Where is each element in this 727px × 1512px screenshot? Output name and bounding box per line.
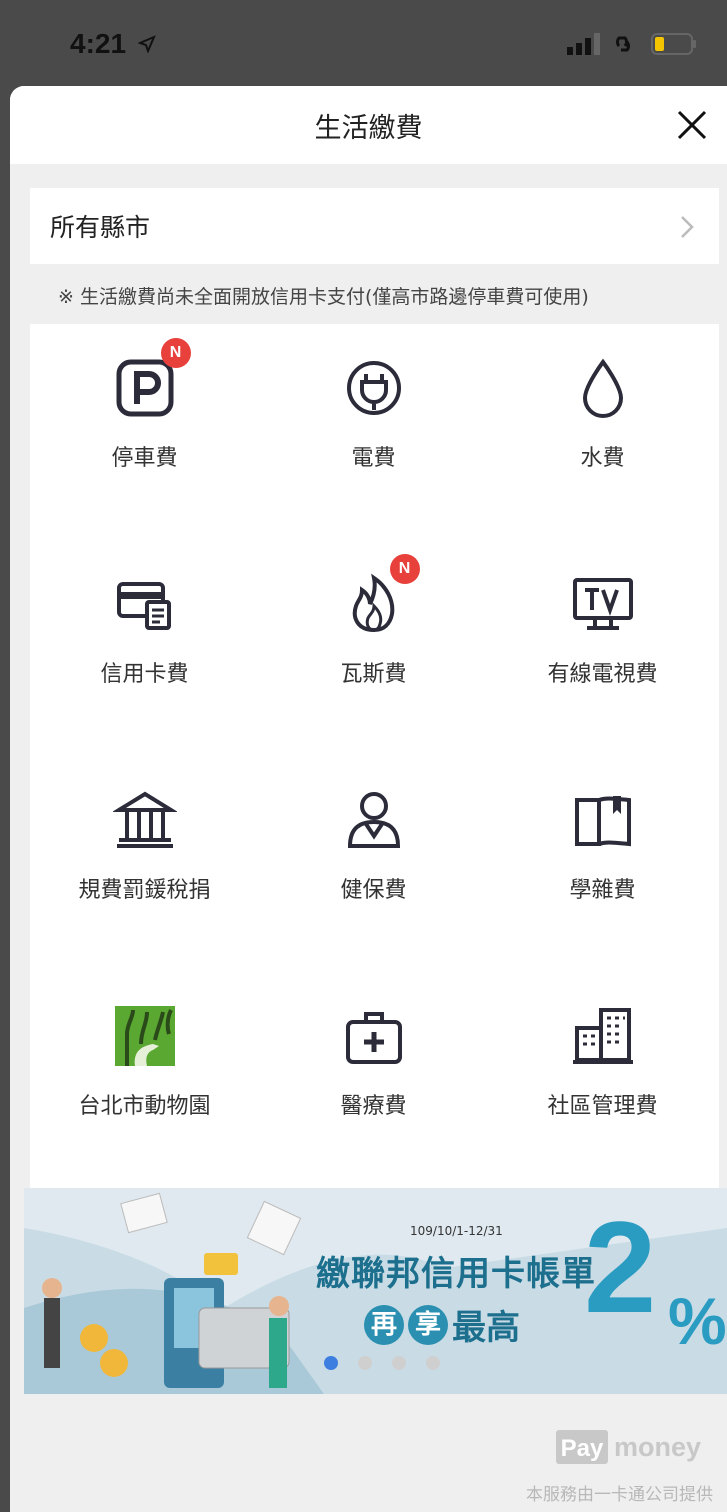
service-item[interactable]: 電費 [259, 324, 488, 540]
service-item[interactable]: 健保費 [259, 756, 488, 972]
location-arrow-icon [137, 35, 156, 54]
close-icon[interactable] [673, 106, 711, 144]
zoo-logo-icon [113, 1004, 177, 1068]
logo-pay-text: Pay [561, 1435, 604, 1462]
battery-icon [651, 33, 696, 55]
banner-circle-char: 享 [408, 1304, 448, 1345]
service-label: 信用卡費 [100, 662, 189, 687]
page-title: 生活繳費 [314, 113, 423, 144]
new-badge: N [160, 338, 191, 368]
city-selector[interactable]: 所有縣市 [30, 188, 719, 264]
service-item[interactable]: 有線電視費 [488, 540, 717, 756]
service-label: 瓦斯費 [340, 662, 407, 687]
footer-note: 本服務由一卡通公司提供 [526, 1485, 713, 1505]
status-time: 4:21 [70, 28, 156, 60]
status-time-text: 4:21 [70, 28, 127, 59]
banner-circle-char: 再 [364, 1304, 404, 1345]
banner-date: 109/10/1-12/31 [410, 1224, 503, 1238]
header: 生活繳費 [10, 86, 727, 164]
person-icon [342, 788, 406, 852]
service-item[interactable]: N 停車費 [30, 324, 259, 540]
service-item[interactable]: 水費 [488, 324, 717, 540]
service-label: 水費 [580, 446, 625, 471]
service-grid: N 停車費 電費 水費信用卡費 N 瓦斯費 有線電視費規費罰鍰稅捐 健保費 學雜費台北市動物園 醫… [30, 324, 719, 1199]
banner-big-number: 2 [584, 1194, 657, 1340]
service-item[interactable]: 規費罰鍰稅捐 [30, 756, 259, 972]
building-icon [571, 1004, 635, 1068]
tv-icon [571, 572, 635, 636]
medical-kit-icon [342, 1004, 406, 1068]
service-item[interactable]: N 瓦斯費 [259, 540, 488, 756]
status-bar: 4:21 [0, 0, 727, 92]
carousel-dot[interactable] [358, 1356, 372, 1370]
carousel-dot[interactable] [426, 1356, 440, 1370]
logo-money-text: money [614, 1432, 701, 1462]
credit-card-bill-icon [113, 572, 177, 636]
service-label: 停車費 [111, 446, 178, 471]
service-label: 規費罰鍰稅捐 [78, 878, 211, 903]
new-badge: N [389, 554, 420, 584]
carousel-dots [324, 1356, 440, 1370]
government-building-icon [111, 788, 178, 852]
service-label: 健保費 [340, 878, 407, 903]
service-item[interactable]: 醫療費 [259, 972, 488, 1188]
service-label: 台北市動物園 [78, 1094, 211, 1119]
status-indicators [565, 32, 697, 56]
carousel-dot[interactable] [324, 1356, 338, 1370]
service-grid-card: N 停車費 電費 水費信用卡費 N 瓦斯費 有線電視費規費罰鍰稅捐 健保費 學雜費台北市動物園 醫… [30, 324, 719, 1199]
chevron-right-icon [681, 216, 694, 238]
service-label: 社區管理費 [547, 1094, 658, 1119]
service-item[interactable]: 信用卡費 [30, 540, 259, 756]
signal-icon [567, 33, 600, 55]
water-drop-icon [571, 356, 635, 420]
banner-subline-text: 最高 [452, 1308, 520, 1348]
service-item[interactable]: 台北市動物園 [30, 972, 259, 1188]
pay-money-logo: Pay money [556, 1430, 701, 1464]
flame-icon: N [342, 554, 420, 636]
link-icon [616, 36, 630, 52]
service-label: 學雜費 [569, 878, 636, 903]
service-label: 有線電視費 [547, 662, 658, 687]
parking-icon: N [113, 338, 191, 420]
notice-text: ※ 生活繳費尚未全面開放信用卡支付(僅高市路邊停車費可使用) [58, 286, 589, 308]
carousel-dot[interactable] [392, 1356, 406, 1370]
service-label: 醫療費 [340, 1094, 407, 1119]
service-item[interactable]: 學雜費 [488, 756, 717, 972]
promo-banner[interactable]: 109/10/1-12/31 繳聯邦信用卡帳單 再享最高 2 % [24, 1188, 727, 1394]
banner-subline: 再享最高 [364, 1300, 520, 1349]
bottom-sheet: 生活繳費 所有縣市 ※ 生活繳費尚未全面開放信用卡支付(僅高市路邊停車費可使用)… [10, 86, 727, 1512]
city-selector-label: 所有縣市 [50, 213, 151, 242]
service-label: 電費 [351, 446, 396, 471]
banner-percent: % [668, 1284, 727, 1358]
service-item[interactable]: 社區管理費 [488, 972, 717, 1188]
banner-headline: 繳聯邦信用卡帳單 [316, 1254, 596, 1294]
plug-icon [342, 356, 406, 420]
book-icon [571, 788, 635, 852]
